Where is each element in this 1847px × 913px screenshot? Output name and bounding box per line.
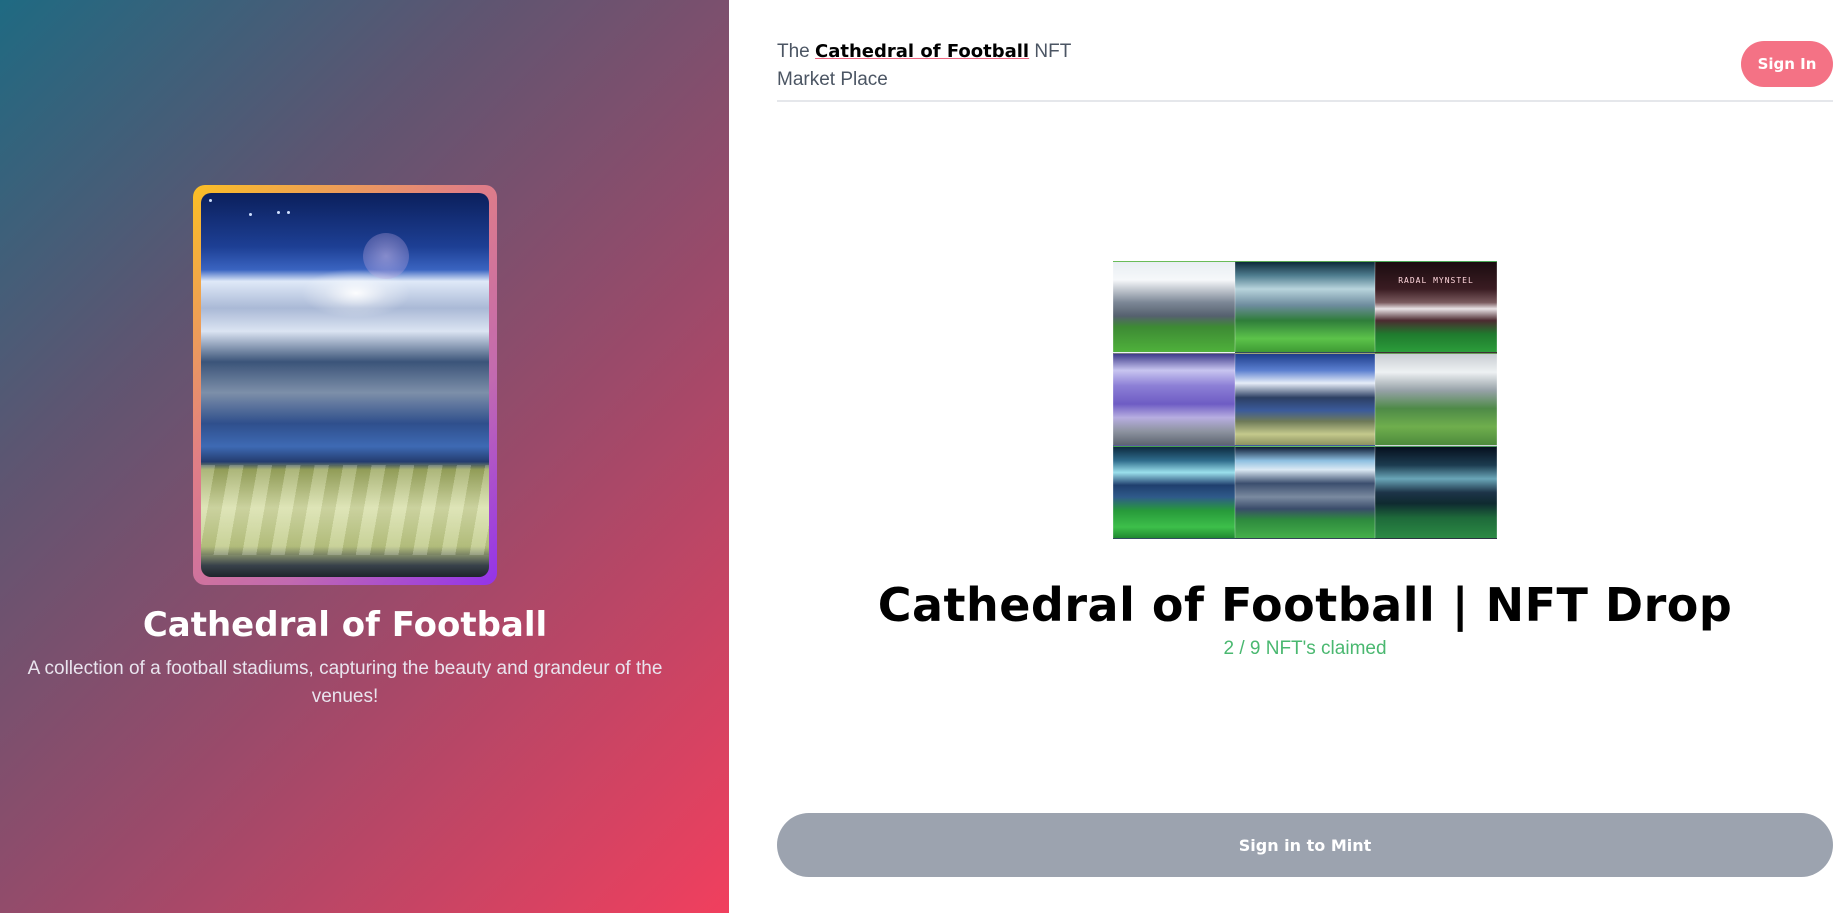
collection-description: A collection of a football stadiums, cap… [27, 658, 663, 707]
stadium-tile [1375, 353, 1497, 446]
mint-button[interactable]: Sign in to Mint [777, 813, 1833, 877]
stadium-tile [1235, 353, 1375, 446]
star-decoration [209, 199, 212, 202]
star-decoration [287, 211, 290, 214]
brand-suffix: NFT [1029, 41, 1072, 62]
featured-nft-frame [193, 185, 497, 585]
featured-stadium-image [201, 193, 489, 577]
stadium-tile [1235, 261, 1375, 353]
star-decoration [249, 213, 252, 216]
stadium-tile [1375, 446, 1497, 539]
stadium-sign: RADAL MYNSTEL [1398, 276, 1474, 285]
stadium-tile [1113, 353, 1235, 446]
stadium-tile [1235, 446, 1375, 539]
star-decoration [277, 211, 280, 214]
nft-collage-image: RADAL MYNSTEL [1113, 261, 1497, 539]
pitch-stripes [201, 465, 489, 555]
brand-highlight: Cathedral of Football [815, 41, 1030, 62]
stadium-tile: RADAL MYNSTEL [1375, 261, 1497, 353]
light-flare [301, 268, 411, 318]
stadium-tile [1113, 446, 1235, 539]
collection-title: Cathedral of Football [142, 605, 548, 645]
drop-title: Cathedral of Football | NFT Drop [877, 578, 1733, 632]
sign-in-button[interactable]: Sign In [1741, 41, 1833, 87]
top-header: The Cathedral of Football NFT Market Pla… [777, 38, 1833, 102]
stadium-tile [1113, 261, 1235, 353]
claimed-count: 2 / 9 NFT's claimed [1223, 638, 1387, 659]
collection-panel: Cathedral of Football A collection of a … [0, 0, 729, 913]
brand-line2: Market Place [777, 69, 888, 90]
brand-title[interactable]: The Cathedral of Football NFT Market Pla… [777, 38, 1097, 94]
brand-prefix: The [777, 41, 816, 62]
